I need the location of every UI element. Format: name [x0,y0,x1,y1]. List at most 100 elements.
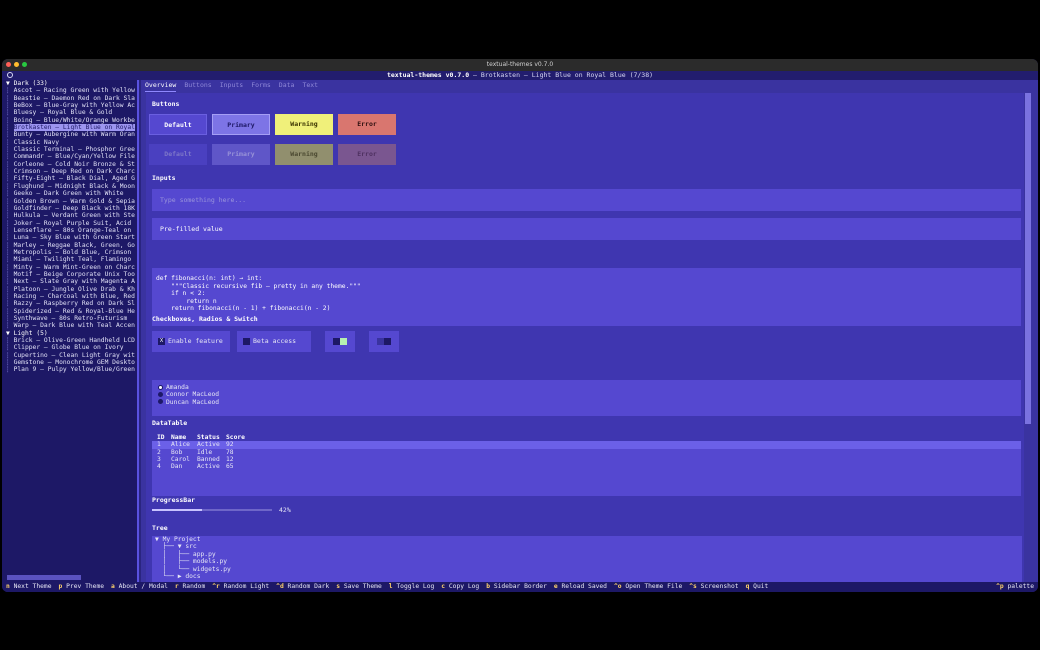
theme-group-header[interactable]: ▼ Dark (33) [2,80,137,87]
theme-list-item[interactable]: ┊ BeBox — Blue-Gray with Yellow Ac [2,102,137,109]
theme-list-item[interactable]: ┊ Boing — Blue/White/Orange Workbe [2,117,137,124]
binding-save-theme[interactable]: s Save Theme [336,583,382,590]
text-input-empty[interactable]: Type something here... [152,189,1021,211]
primary-button[interactable]: Primary [212,114,270,135]
binding-copy-log[interactable]: c Copy Log [441,583,479,590]
theme-list-item[interactable]: ┊ Joker — Royal Purple Suit, Acid [2,220,137,227]
tab-overview[interactable]: Overview [145,80,177,92]
theme-list-item[interactable]: ┊ Cupertino — Clean Light Gray wit [2,352,137,359]
theme-list-item[interactable]: ┊ Racing — Charcoal with Blue, Red [2,293,137,300]
binding-screenshot[interactable]: ^s Screenshot [689,583,738,590]
checkbox-beta-access[interactable]: Beta access [237,331,311,352]
table-row[interactable]: 1 Alice Active 92 [152,441,1021,449]
theme-list-item[interactable]: ┊ Golden Brown — Warm Gold & Sepia [2,198,137,205]
table-header-cell[interactable]: Status [197,434,226,441]
theme-list-item[interactable]: ┊ Goldfinder — Deep Black with 18K [2,205,137,212]
binding-random[interactable]: r Random [175,583,205,590]
theme-list-item[interactable]: ┊ Crimson — Deep Red on Dark Charc [2,168,137,175]
theme-sidebar[interactable]: ▼ Dark (33) ┊ Ascot — Racing Green with Y… [2,80,139,582]
binding-toggle-log[interactable]: l Toggle Log [389,583,435,590]
theme-list-item[interactable]: ┊ Classic Navy [2,139,137,146]
code-textarea[interactable]: def fibonacci(n: int) → int: """Classic … [152,268,1021,326]
tab-text[interactable]: Text [302,80,318,92]
theme-label: Golden Brown — Warm Gold & Sepia [13,197,135,205]
binding-reload-saved[interactable]: e Reload Saved [554,583,607,590]
theme-list-item[interactable]: ┊ Commandr — Blue/Cyan/Yellow File [2,153,137,160]
section-title-buttons: Buttons [152,100,180,108]
theme-list-item[interactable]: ┊ Luna — Sky Blue with Green Start [2,234,137,241]
binding-random-light[interactable]: ^r Random Light [212,583,269,590]
theme-list-item[interactable]: ┊ Clipper — Globe Blue on Ivory [2,344,137,351]
switch-on[interactable] [325,331,355,352]
theme-list-item[interactable]: ┊ Synthwave — 80s Retro-Futurism [2,315,137,322]
theme-list-item[interactable]: ┊ Gemstone — Monochrome GEM Deskto [2,359,137,366]
theme-list-item[interactable]: ┊ Bunty — Aubergine with Warm Oran [2,131,137,138]
theme-list-item[interactable]: ┊ Miami — Twilight Teal, Flamingo [2,256,137,263]
content-vertical-scrollbar[interactable] [1025,93,1031,424]
theme-list-item[interactable]: ┊ Bluesy — Royal Blue & Gold [2,109,137,116]
command-circle-icon[interactable] [7,72,13,78]
tab-data[interactable]: Data [279,80,295,92]
tab-inputs[interactable]: Inputs [220,80,243,92]
theme-list-item[interactable]: ┊ Fifty-Eight — Black Dial, Aged G [2,175,137,182]
theme-label: Racing — Charcoal with Blue, Red [13,292,135,300]
theme-list-item[interactable]: ┊ Geeko — Dark Green with White [2,190,137,197]
theme-list-item[interactable]: ┊ Lenseflare — 80s Orange-Teal on [2,227,137,234]
maximize-window-icon[interactable] [22,62,27,67]
command-palette-binding[interactable]: ^p palette [996,582,1034,592]
theme-list-item[interactable]: ┊ Classic Terminal — Phosphor Gree [2,146,137,153]
binding-prev-theme[interactable]: p Prev Theme [59,583,105,590]
binding-random-dark[interactable]: ^d Random Dark [276,583,329,590]
binding-quit[interactable]: q Quit [746,583,769,590]
theme-list-item[interactable]: ┊ Hulkula — Verdant Green with Ste [2,212,137,219]
checkbox-enable-feature[interactable]: X Enable feature [152,331,230,352]
theme-list-item[interactable]: ┊ Platoon — Jungle Olive Drab & Kh [2,286,137,293]
theme-list-item[interactable]: ┊ Warp — Dark Blue with Teal Accen [2,322,137,329]
switch-off[interactable] [369,331,399,352]
theme-list-item[interactable]: ┊ Spiderized — Red & Royal-Blue He [2,308,137,315]
theme-list-item[interactable]: ┊ Minty — Warm Mint-Green on Charc [2,264,137,271]
close-window-icon[interactable] [6,62,11,67]
binding-open-theme-file[interactable]: ^o Open Theme File [614,583,682,590]
theme-list-item[interactable]: ┊ Razzy — Raspberry Red on Dark Sl [2,300,137,307]
tree-guide: ┊ [6,322,14,330]
tree-guide: ┊ [6,153,14,161]
table-row[interactable]: 2 Bob Idle 78 [152,449,1021,456]
theme-list-item[interactable]: ┊ Motif — Beige Corporate Unix Too [2,271,137,278]
binding-next-theme[interactable]: n Next Theme [6,583,52,590]
project-tree[interactable]: ▼ My Project ├── ▼ src │ ├── app.py │ ├─… [152,536,1022,582]
theme-list-item[interactable]: ┊ Beastie — Daemon Red on Dark Sla [2,95,137,102]
table-row[interactable]: 3 Carol Banned 12 [152,456,1021,463]
table-row[interactable]: 4 Dan Active 65 [152,463,1021,470]
theme-list-item[interactable]: ┊ Corleone — Cold Noir Bronze & St [2,161,137,168]
default-button[interactable]: Default [149,114,207,135]
table-header-cell[interactable]: ID [157,434,171,441]
theme-list-item[interactable]: ┊ Marley — Reggae Black, Green, Go [2,242,137,249]
tree-guide: ┊ [6,270,14,278]
table-header-cell[interactable]: Name [171,434,197,441]
tab-buttons[interactable]: Buttons [184,80,211,92]
theme-list-item[interactable]: ┊ Brick — Olive-Green Handheld LCD [2,337,137,344]
theme-list-item[interactable]: ┊ Ascot — Racing Green with Yellow [2,87,137,94]
tab-forms[interactable]: Forms [251,80,271,92]
error-button[interactable]: Error [338,114,396,135]
table-header-cell[interactable]: Score [226,434,246,441]
radio-option[interactable]: Amanda [158,384,1015,391]
theme-group-header[interactable]: ▼ Light (5) [2,330,137,337]
binding-about-modal[interactable]: a About / Modal [111,583,168,590]
theme-list-item[interactable]: ┊ Brotkasten — Light Blue on Royal [2,124,137,132]
text-input-prefilled[interactable]: Pre-filled value [152,218,1021,240]
theme-list-item[interactable]: ┊ Next — Slate Gray with Magenta A [2,278,137,285]
binding-sidebar-border[interactable]: b Sidebar Border [486,583,547,590]
table-cell: 4 [157,463,161,471]
sidebar-horizontal-scrollbar[interactable] [7,575,81,580]
tree-guide: ┊ [6,351,14,359]
theme-list-item[interactable]: ┊ Metropolis — Bold Blue, Crimson [2,249,137,256]
warning-button[interactable]: Warning [275,114,333,135]
theme-list-item[interactable]: ┊ Flughund — Midnight Black & Moon [2,183,137,190]
radio-option[interactable]: Connor MacLeod [158,391,1015,398]
minimize-window-icon[interactable] [14,62,19,67]
radio-option[interactable]: Duncan MacLeod [158,399,1015,406]
data-table[interactable]: ID Name Status Score 1 Alice Active 92 2 Bob Idle 7… [152,434,1021,496]
theme-list-item[interactable]: ┊ Plan 9 — Pulpy Yellow/Blue/Green [2,366,137,373]
